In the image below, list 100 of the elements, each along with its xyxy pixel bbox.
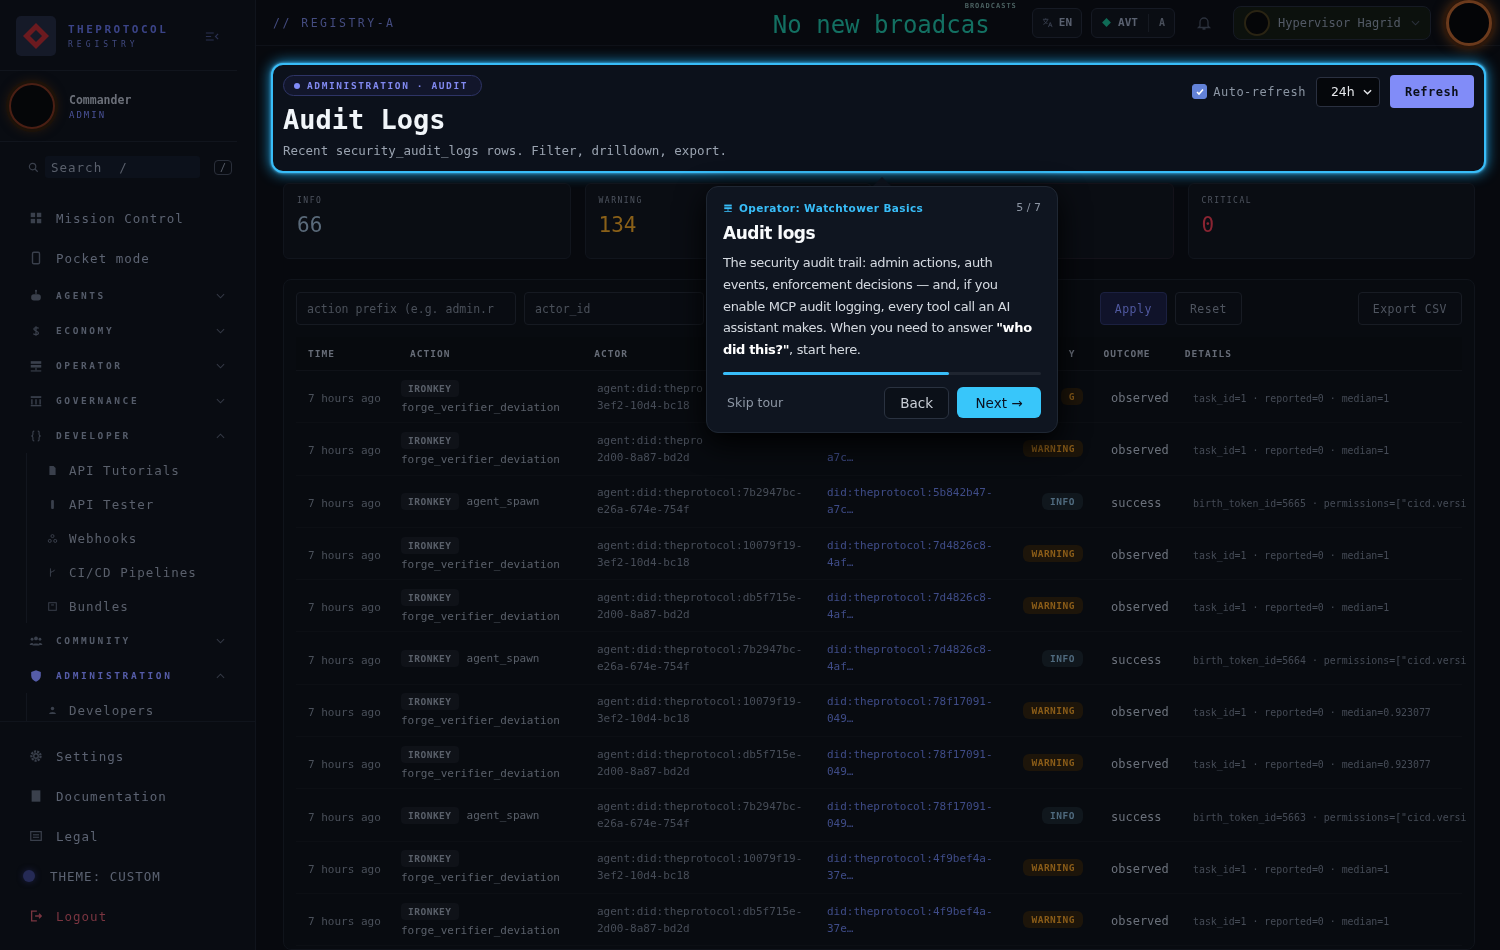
step-counter: 5 / 7 bbox=[1016, 201, 1041, 214]
outcome-cell: observed bbox=[1111, 548, 1169, 563]
chevron-down-icon bbox=[1411, 19, 1420, 26]
nav-section[interactable]: ADMINISTRATION bbox=[0, 658, 255, 693]
severity-badge: INFO bbox=[1042, 649, 1083, 667]
branch-icon bbox=[47, 566, 58, 578]
target-link[interactable]: did:theprotocol:7d4826c8- 4af… bbox=[827, 536, 1004, 571]
skip-tour-link[interactable]: Skip tour bbox=[723, 395, 788, 411]
token-name: AVT bbox=[1118, 16, 1138, 29]
target-link[interactable]: did:theprotocol:4f9bef4a- 37e… bbox=[827, 850, 1004, 885]
search-field[interactable]: Search / bbox=[45, 156, 200, 178]
stat-value: 66 bbox=[297, 213, 323, 237]
nav-subitem[interactable]: Developers bbox=[47, 693, 255, 721]
target-link[interactable]: did:theprotocol:7d4826c8- 4af… bbox=[827, 588, 1004, 623]
apply-button[interactable]: Apply bbox=[1099, 292, 1167, 325]
nav-subitem[interactable]: API Tutorials bbox=[47, 453, 255, 487]
logout-icon bbox=[29, 909, 43, 923]
outcome-cell: observed bbox=[1111, 391, 1169, 406]
avatar bbox=[1244, 9, 1270, 36]
actor-cell-text: agent:did:theprotocol:10079f19- 3ef2-10d4-bc18 bbox=[597, 851, 803, 885]
nav-item[interactable]: Settings bbox=[0, 736, 255, 776]
language-button[interactable]: EN bbox=[1031, 7, 1083, 38]
page-subtitle: Recent security_audit_logs rows. Filter, drilldown, export. bbox=[283, 143, 727, 158]
logout-link[interactable]: Logout bbox=[0, 896, 255, 936]
page-title: Audit Logs bbox=[283, 104, 446, 135]
action-name: forge_verifier_deviation bbox=[401, 766, 560, 780]
nav-subitem[interactable]: API Tester bbox=[47, 487, 255, 521]
target-link[interactable]: did:theprotocol:78f17091- 049… bbox=[827, 745, 1004, 780]
refresh-button[interactable]: Refresh bbox=[1389, 75, 1474, 108]
notifications-icon[interactable] bbox=[1196, 14, 1212, 31]
column-header: TIME bbox=[308, 348, 335, 359]
details-cell: task_id=1 · reported=0 · median=1 bbox=[1193, 863, 1390, 875]
outcome-cell: observed bbox=[1111, 600, 1169, 615]
time-cell: 7 hours ago bbox=[308, 915, 381, 929]
details-cell: task_id=1 · reported=0 · median=1 bbox=[1193, 550, 1390, 562]
filter-field[interactable]: actor_id bbox=[524, 292, 704, 325]
target-link[interactable]: did:theprotocol:78f17091- 049… bbox=[827, 693, 1004, 728]
theme-toggle[interactable]: THEME: CUSTOM bbox=[0, 856, 255, 896]
action-name: agent_spawn bbox=[466, 494, 540, 508]
back-button[interactable]: Back bbox=[884, 387, 949, 419]
action-name: forge_verifier_deviation bbox=[401, 923, 560, 937]
time-cell: 7 hours ago bbox=[308, 653, 381, 667]
time-cell: 7 hours ago bbox=[308, 549, 381, 563]
target-link[interactable]: did:theprotocol:4f9bef4a- 37e… bbox=[827, 902, 1004, 937]
tour-text: The security audit trail: admin actions, auth events, enforcement decisions — and, if you enable MCP audit logging, every tool call an AI assistant makes. When you need to answer "who did this?", start here. bbox=[723, 254, 1033, 360]
filter-field[interactable]: action prefix (e.g. admin.r bbox=[296, 292, 516, 325]
user-name: Commander bbox=[69, 92, 132, 107]
nav-section[interactable]: DEVELOPER bbox=[0, 418, 255, 453]
action-tag: IRONKEY bbox=[401, 902, 459, 920]
auto-refresh-checkbox[interactable] bbox=[1192, 84, 1208, 99]
target-link[interactable]: a7c… bbox=[827, 448, 1004, 466]
nav-item[interactable]: Documentation bbox=[0, 776, 255, 816]
caret-icon bbox=[1362, 88, 1372, 95]
nav-section[interactable]: ECONOMY bbox=[0, 313, 255, 348]
nav-item[interactable]: Mission Control bbox=[0, 198, 255, 238]
shortcut-key: / bbox=[214, 159, 233, 175]
actor-cell-text: agent:did:theprotocol:7b2947bc- e26a-674e-754f bbox=[597, 799, 803, 832]
user-role: ADMIN bbox=[69, 109, 108, 120]
theme-dot-icon bbox=[23, 870, 35, 882]
nav-subitem[interactable]: Webhooks bbox=[47, 521, 255, 555]
token-short: A bbox=[1158, 17, 1165, 28]
collapse-icon[interactable] bbox=[205, 30, 219, 42]
nav-section[interactable]: GOVERNANCE bbox=[0, 383, 255, 418]
outcome-cell: observed bbox=[1111, 914, 1169, 929]
chevron-up-icon bbox=[216, 672, 225, 679]
nav-subitem[interactable]: CI/CD Pipelines bbox=[47, 555, 255, 589]
action-name: forge_verifier_deviation bbox=[401, 609, 560, 623]
action-tag: IRONKEY bbox=[401, 850, 459, 868]
grid-icon bbox=[29, 211, 43, 225]
nav-section[interactable]: COMMUNITY bbox=[0, 623, 255, 658]
export-button[interactable]: Export CSV bbox=[1357, 292, 1462, 325]
nav-item[interactable]: Pocket mode bbox=[0, 238, 255, 278]
avatar[interactable] bbox=[9, 83, 55, 129]
column-header: OUTCOME bbox=[1103, 348, 1151, 359]
severity-badge: INFO bbox=[1042, 806, 1083, 824]
range-select[interactable]: 24h bbox=[1315, 76, 1380, 107]
avatar[interactable] bbox=[1446, 0, 1492, 46]
nav-section[interactable]: AGENTS bbox=[0, 278, 255, 313]
nav-subitem[interactable]: Bundles bbox=[47, 589, 255, 623]
actor-cell-text: agent:did:theprotocol:7b2947bc- e26a-674e-754f bbox=[597, 642, 803, 676]
nav-section[interactable]: OPERATOR bbox=[0, 348, 255, 383]
time-cell: 7 hours ago bbox=[308, 392, 381, 406]
actor-cell-text: agent:did:theprotocol:db5f715e- 2d00-8a87-bd2d bbox=[597, 746, 803, 780]
nav-item[interactable]: Legal bbox=[0, 816, 255, 856]
reset-button[interactable]: Reset bbox=[1174, 292, 1242, 325]
target-link[interactable]: did:theprotocol:5b842b47- a7c… bbox=[827, 484, 1004, 519]
target-link[interactable]: did:theprotocol:78f17091- 049… bbox=[827, 798, 1004, 832]
user-menu[interactable]: Hypervisor Hagrid bbox=[1233, 5, 1431, 40]
target-link[interactable]: did:theprotocol:7d4826c8- 4af… bbox=[827, 641, 1004, 676]
server-icon bbox=[29, 358, 43, 373]
outcome-cell: observed bbox=[1111, 443, 1169, 458]
action-name: forge_verifier_deviation bbox=[401, 400, 560, 414]
action-tag: IRONKEY bbox=[401, 536, 459, 554]
next-button[interactable]: Next → bbox=[957, 387, 1041, 419]
column-header: Y bbox=[1068, 348, 1076, 359]
details-cell: birth_token_id=5665 · permissions=["cicd.versi bbox=[1193, 497, 1467, 509]
building-icon bbox=[29, 393, 43, 408]
action-tag: IRONKEY bbox=[401, 492, 459, 510]
actor-cell-text: agent:did:theprotocol:7b2947bc- e26a-674e-754f bbox=[597, 485, 803, 519]
severity-badge: WARNING bbox=[1023, 597, 1083, 615]
